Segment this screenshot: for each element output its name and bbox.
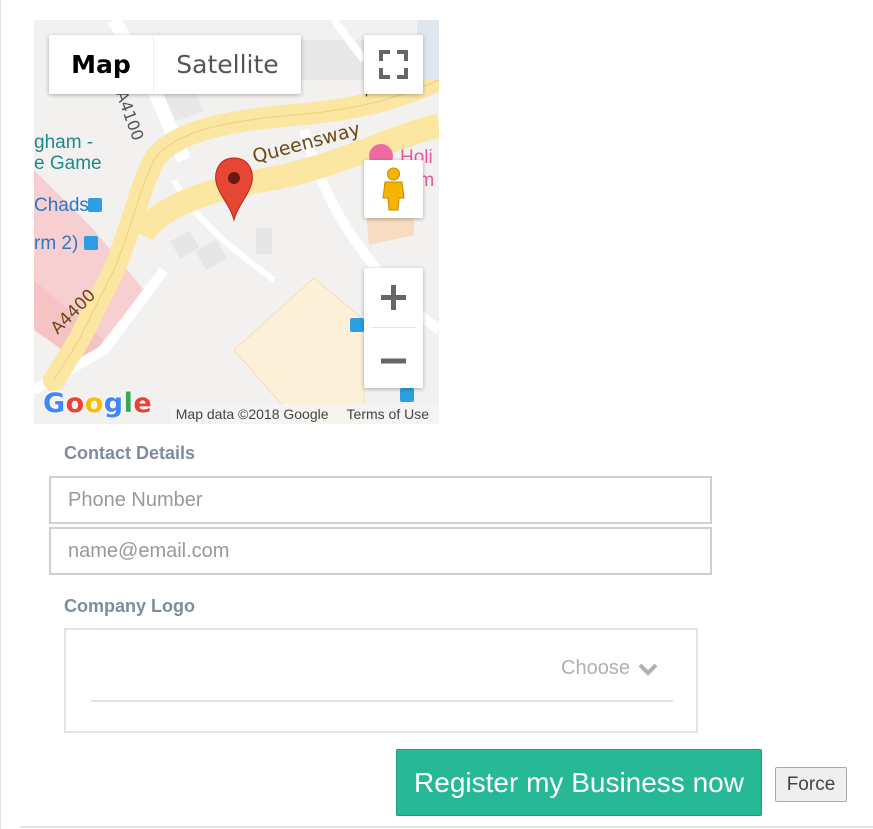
street-view-button[interactable] [364, 160, 423, 218]
choose-file-button[interactable]: Choose [561, 657, 658, 680]
zoom-in-icon [381, 285, 406, 310]
map-attribution: Map data ©2018 Google Terms of Use [169, 404, 439, 424]
pegman-icon [382, 167, 405, 211]
force-button[interactable]: Force [775, 767, 847, 802]
email-input[interactable] [51, 529, 710, 573]
register-business-button[interactable]: Register my Business now [396, 749, 762, 816]
logo-letter: G [43, 388, 66, 419]
map-data-credit: Map data ©2018 Google [175, 406, 329, 422]
terms-of-use-link[interactable]: Terms of Use [347, 406, 429, 422]
logo-upload-box[interactable]: Choose [64, 628, 698, 733]
map-widget[interactable]: Queensway A4400 A4100 A gham - e Game Ch… [34, 20, 439, 424]
company-logo-label: Company Logo [64, 596, 195, 616]
contact-details-label: Contact Details [64, 443, 196, 463]
zoom-out-icon [381, 358, 406, 364]
place-label: Chads [34, 195, 89, 216]
choose-label: Choose [561, 657, 630, 679]
fullscreen-icon [379, 50, 408, 79]
zoom-in-button[interactable] [364, 268, 423, 327]
email-field[interactable] [49, 527, 712, 575]
chevron-down-icon [638, 663, 658, 676]
place-label: rm 2) [34, 233, 79, 254]
left-border [0, 0, 1, 829]
logo-letter: l [123, 388, 134, 419]
phone-field[interactable] [49, 476, 712, 524]
zoom-control [364, 268, 423, 388]
logo-letter: e [133, 388, 153, 419]
logo-letter: o [65, 388, 85, 419]
fullscreen-button[interactable] [364, 35, 423, 94]
logo-letter: g [103, 388, 124, 419]
phone-input[interactable] [51, 478, 710, 522]
zoom-out-button[interactable] [364, 328, 423, 388]
place-label: gham - [34, 132, 94, 153]
map-type-satellite-button[interactable]: Satellite [153, 35, 301, 94]
place-label: e Game [34, 153, 102, 174]
logo-input-underline [91, 700, 673, 702]
map-type-map-button[interactable]: Map [49, 35, 153, 94]
google-logo: Google [43, 388, 152, 419]
map-type-control: Map Satellite [49, 35, 301, 94]
bottom-divider [20, 826, 873, 828]
logo-letter: o [84, 388, 104, 419]
